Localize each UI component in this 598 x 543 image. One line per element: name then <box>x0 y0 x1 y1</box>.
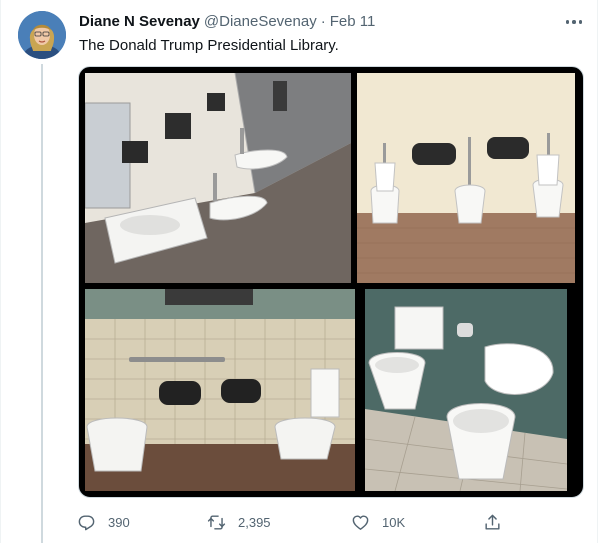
more-options-icon[interactable] <box>557 8 591 36</box>
photo-4[interactable] <box>365 289 567 491</box>
separator-dot: · <box>320 13 326 30</box>
retweet-icon <box>207 514 226 530</box>
tweet-date[interactable]: Feb 11 <box>330 13 376 30</box>
author-name[interactable]: Diane N Sevenay <box>79 13 200 30</box>
reply-icon <box>78 514 95 530</box>
retweet-button[interactable]: 2,395 <box>207 506 271 538</box>
share-button[interactable] <box>483 506 502 538</box>
media-grid[interactable] <box>78 66 584 498</box>
like-button[interactable]: 10K <box>351 506 405 538</box>
photo-2[interactable] <box>357 73 575 283</box>
reply-button[interactable]: 390 <box>77 506 130 538</box>
share-icon <box>485 514 500 530</box>
photo-3[interactable] <box>85 289 355 491</box>
retweet-count: 2,395 <box>238 514 271 530</box>
reply-count: 390 <box>108 514 130 530</box>
like-count: 10K <box>382 514 406 530</box>
tweet-actions: 390 2,395 10K <box>73 506 513 538</box>
avatar[interactable] <box>18 11 66 59</box>
thread-line <box>41 64 43 543</box>
tweet-text: The Donald Trump Presidential Library. <box>79 37 339 54</box>
photo-1[interactable] <box>85 73 351 283</box>
tweet-card[interactable]: Diane N Sevenay @DianeSevenay · Feb 11 T… <box>0 0 598 543</box>
like-icon <box>352 514 369 530</box>
author-handle[interactable]: @DianeSevenay <box>204 13 317 30</box>
tweet-header: Diane N Sevenay @DianeSevenay · Feb 11 <box>79 13 375 30</box>
